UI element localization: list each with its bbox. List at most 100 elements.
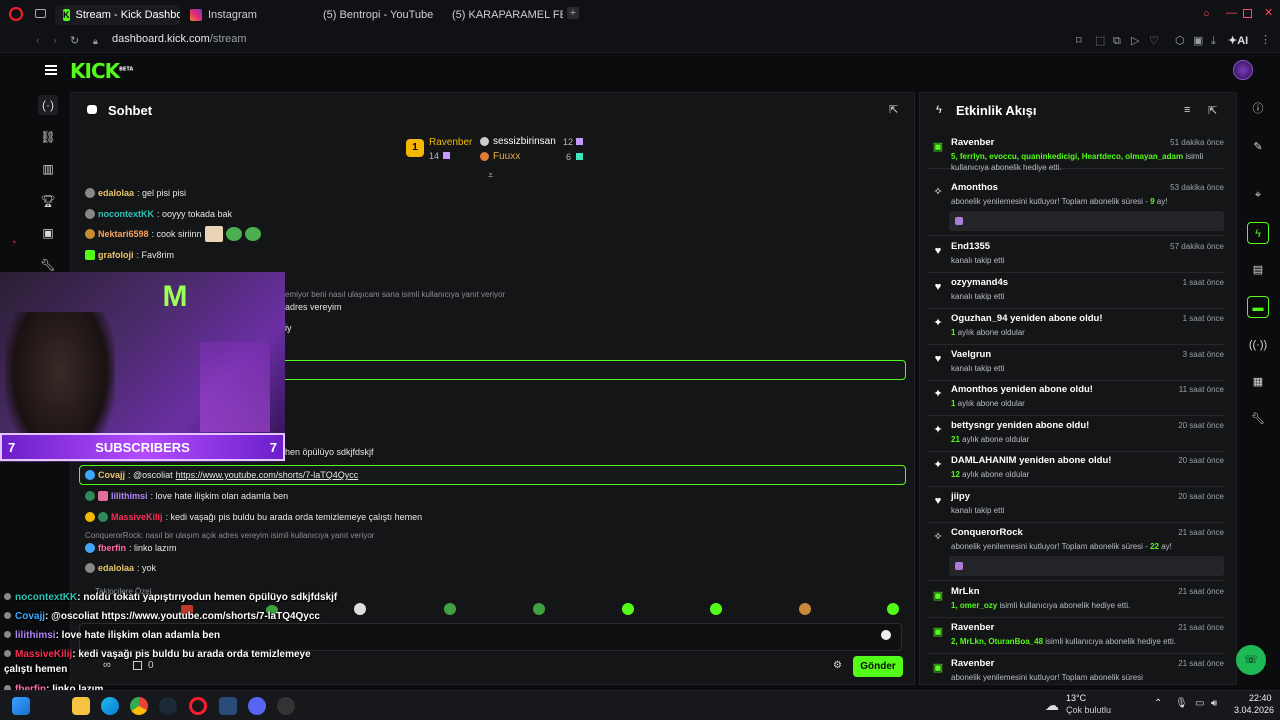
- back-icon[interactable]: ‹: [36, 34, 40, 48]
- popout-icon[interactable]: ⇱: [889, 103, 898, 116]
- app-icon[interactable]: [219, 697, 237, 715]
- aria-ai-button[interactable]: ✦AI: [1228, 34, 1248, 48]
- activity-title-text[interactable]: Ravenber: [951, 137, 994, 148]
- opera-taskbar-icon[interactable]: [189, 697, 207, 715]
- chat-username[interactable]: lilithimsi: [111, 491, 148, 501]
- bookmark-icon[interactable]: ⌑: [1076, 34, 1082, 48]
- activity-title-text[interactable]: Ravenber: [951, 622, 994, 633]
- activity-title-text[interactable]: bettysngr yeniden abone oldu!: [951, 420, 1089, 431]
- leader-third-name[interactable]: Fuuxx: [493, 151, 520, 162]
- emote-icon[interactable]: [799, 603, 811, 615]
- leader-second-name[interactable]: sessizbirinsan: [493, 136, 556, 147]
- cube-icon[interactable]: ⬡: [1175, 34, 1185, 48]
- tab-youtube-bentropi[interactable]: (5) Bentropi - YouTube: [309, 5, 434, 25]
- url-field[interactable]: dashboard.kick.com/stream: [112, 33, 247, 45]
- chat-username[interactable]: grafoloji: [98, 250, 134, 260]
- activity-title-text[interactable]: DAMLAHANIM yeniden abone oldu!: [951, 455, 1111, 466]
- file-explorer-icon[interactable]: [72, 697, 90, 715]
- steam-icon[interactable]: [159, 697, 177, 715]
- chrome-icon[interactable]: [130, 697, 148, 715]
- popout-icon[interactable]: ⇱: [1208, 104, 1217, 117]
- collapse-leaderboard-icon[interactable]: ⩡: [488, 170, 493, 181]
- activity-title-text[interactable]: jiipy: [951, 491, 970, 502]
- emote-icon[interactable]: [354, 603, 366, 615]
- chat-username[interactable]: nocontextKK: [98, 209, 154, 219]
- display-icon[interactable]: ▭: [1195, 698, 1204, 709]
- menu-dots-icon[interactable]: ⋮: [1260, 33, 1271, 47]
- kick-logo[interactable]: KICKBETA: [70, 59, 133, 83]
- clock-date[interactable]: 3.04.2026: [1234, 705, 1274, 715]
- clock-time[interactable]: 22:40: [1249, 693, 1272, 703]
- screenshot-icon[interactable]: ⬚: [1095, 34, 1105, 48]
- leader-first-name[interactable]: Ravenber: [429, 137, 472, 148]
- chat-toggle-icon[interactable]: ▬: [1247, 296, 1269, 318]
- info-icon[interactable]: ⓘ: [1247, 98, 1269, 120]
- close-window-icon[interactable]: ✕: [1264, 6, 1273, 20]
- heart-icon[interactable]: ♡: [1149, 34, 1159, 48]
- chat-username[interactable]: MassiveKilij: [111, 512, 163, 522]
- download-icon[interactable]: ⤓: [1211, 34, 1216, 48]
- tab-kick-dashboard[interactable]: K Stream - Kick Dashboard: [55, 5, 180, 25]
- edit-icon[interactable]: ✎: [1247, 136, 1269, 158]
- activity-title-text[interactable]: MrLkn: [951, 586, 980, 597]
- activity-title-text[interactable]: End1355: [951, 241, 990, 252]
- activity-title-text[interactable]: ConquerorRock: [951, 527, 1023, 538]
- activity-title-text[interactable]: Vaelgrun: [951, 349, 991, 360]
- windows-start-icon[interactable]: [12, 697, 30, 715]
- stream-icon[interactable]: (·): [38, 95, 58, 115]
- discord-icon[interactable]: [248, 697, 266, 715]
- wallet-icon[interactable]: ▣: [1193, 34, 1203, 48]
- forward-icon[interactable]: ›: [53, 34, 57, 48]
- filter-icon[interactable]: ≡: [1184, 104, 1190, 116]
- chat-username[interactable]: edalolaa: [98, 563, 134, 573]
- new-tab-button[interactable]: +: [567, 7, 579, 19]
- analytics-icon[interactable]: ▥: [38, 159, 58, 179]
- emote-icon[interactable]: [444, 603, 456, 615]
- emoji-icon[interactable]: [881, 630, 891, 640]
- tray-chevron-icon[interactable]: ⌃: [1154, 698, 1162, 709]
- chat-settings-icon[interactable]: ⚙: [833, 660, 842, 671]
- trophy-icon[interactable]: 🏆︎: [38, 191, 58, 211]
- video-icon[interactable]: ▣: [38, 223, 58, 243]
- activity-title-text[interactable]: Oguzhan_94 yeniden abone oldu!: [951, 313, 1103, 324]
- help-headset-icon[interactable]: ☏: [1236, 645, 1266, 675]
- extensions-icon[interactable]: ⧉: [1113, 34, 1121, 48]
- chat-username[interactable]: fberfin: [98, 543, 126, 553]
- activity-subtext: kanalı takip etti: [951, 255, 1223, 266]
- maximize-icon[interactable]: [1243, 9, 1252, 18]
- search-tabs-icon[interactable]: ○: [1203, 7, 1210, 21]
- tab-overview-icon[interactable]: [35, 9, 46, 18]
- emote-icon[interactable]: [887, 603, 899, 615]
- activity-title-text[interactable]: Ravenber: [951, 658, 994, 669]
- activity-title-text[interactable]: Amonthos: [951, 182, 998, 193]
- minimize-icon[interactable]: —: [1226, 6, 1237, 20]
- send-button[interactable]: Gönder: [853, 656, 903, 677]
- emote-icon[interactable]: [710, 603, 722, 615]
- activity-title-text[interactable]: ozyymand4s: [951, 277, 1008, 288]
- opera-logo-icon[interactable]: [9, 7, 23, 21]
- chat-username[interactable]: edalolaa: [98, 188, 134, 198]
- edge-icon[interactable]: [101, 697, 119, 715]
- hamburger-menu-icon[interactable]: [45, 65, 57, 75]
- chat-username[interactable]: Nektari6598: [98, 229, 149, 239]
- emote-icon[interactable]: [622, 603, 634, 615]
- user-avatar[interactable]: [1233, 60, 1253, 80]
- volume-icon[interactable]: 🔊︎: [1211, 698, 1217, 709]
- link-icon[interactable]: ⛓: [38, 127, 58, 147]
- notes-icon[interactable]: ▤: [1247, 259, 1269, 281]
- emote-icon[interactable]: [533, 603, 545, 615]
- chat-username[interactable]: Covajj: [98, 470, 125, 480]
- tab-youtube-karaparamel[interactable]: (5) KARAPARAMEL FETTO: [438, 5, 563, 25]
- layout-icon[interactable]: ▦: [1247, 371, 1269, 393]
- capture-icon[interactable]: ⌖: [1247, 184, 1269, 206]
- player-icon[interactable]: ▷: [1131, 34, 1139, 48]
- reload-icon[interactable]: ↻: [70, 34, 79, 48]
- broadcast-icon[interactable]: ((·)): [1247, 334, 1269, 356]
- mic-icon[interactable]: 🎙︎: [1175, 698, 1188, 709]
- activity-bolt-icon[interactable]: ϟ: [1247, 222, 1269, 244]
- wrench-icon[interactable]: 🔧︎: [1247, 408, 1269, 430]
- obs-icon[interactable]: [277, 697, 295, 715]
- activity-title-text[interactable]: Amonthos yeniden abone oldu!: [951, 384, 1093, 395]
- chat-link[interactable]: https://www.youtube.com/shorts/7-laTQ4Qy…: [176, 470, 359, 480]
- tab-instagram[interactable]: Instagram: [182, 5, 307, 25]
